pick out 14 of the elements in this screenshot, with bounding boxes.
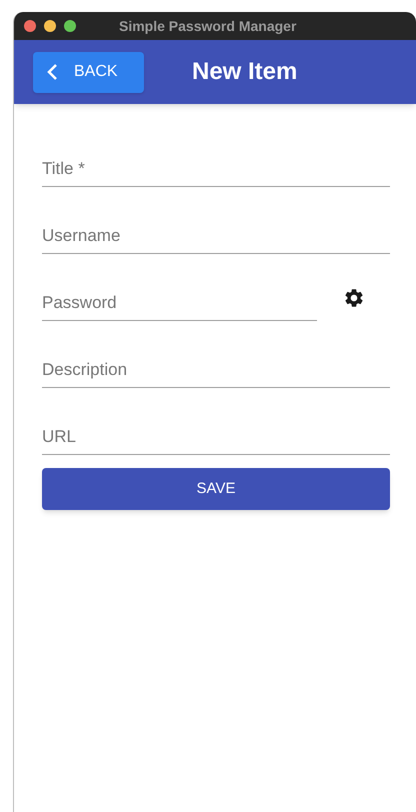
save-button[interactable]: SAVE bbox=[42, 468, 390, 510]
input-field[interactable]: URL bbox=[42, 421, 390, 455]
input-field[interactable]: Title * bbox=[42, 153, 390, 187]
settings-icon[interactable] bbox=[343, 287, 365, 309]
input-field[interactable]: Username bbox=[42, 220, 390, 254]
page-title: New Item bbox=[192, 57, 298, 87]
password-field[interactable]: Password bbox=[42, 287, 317, 321]
window-title: Simple Password Manager bbox=[119, 16, 296, 36]
input-field[interactable]: Description bbox=[42, 354, 390, 388]
close-button[interactable] bbox=[24, 20, 36, 32]
chevron-left-icon bbox=[46, 63, 58, 81]
minimize-button[interactable] bbox=[44, 20, 56, 32]
zoom-button[interactable] bbox=[64, 20, 76, 32]
back-button[interactable]: BACK bbox=[33, 52, 144, 92]
